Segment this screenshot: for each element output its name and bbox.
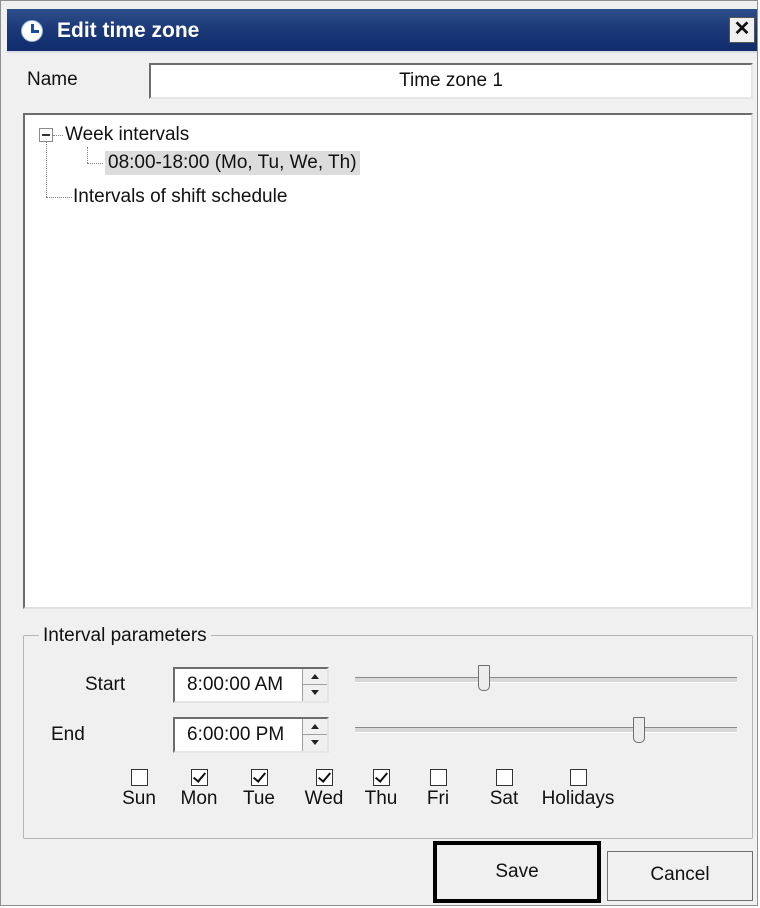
interval-parameters-title: Interval parameters (39, 625, 211, 647)
save-button[interactable]: Save (433, 841, 601, 903)
intervals-tree[interactable]: Week intervals 08:00-18:00 (Mo, Tu, We, … (23, 113, 753, 609)
checkbox-holidays[interactable] (569, 769, 587, 786)
checkbox-mon[interactable] (190, 769, 208, 786)
cancel-button[interactable]: Cancel (607, 851, 753, 901)
checkbox-fri[interactable] (429, 769, 447, 786)
day-fri[interactable]: Fri (413, 769, 463, 810)
day-sun[interactable]: Sun (114, 769, 164, 810)
name-label: Name (27, 69, 78, 90)
end-slider[interactable] (355, 727, 737, 733)
start-time-input[interactable]: 8:00:00 AM (173, 667, 329, 703)
tree-item-interval[interactable]: 08:00-18:00 (Mo, Tu, We, Th) (105, 151, 360, 175)
spin-up-icon[interactable] (303, 669, 327, 685)
start-slider[interactable] (355, 677, 737, 683)
day-tue[interactable]: Tue (234, 769, 284, 810)
end-time-spinner[interactable] (302, 719, 327, 751)
end-label: End (51, 724, 85, 745)
window-title: Edit time zone (57, 19, 200, 42)
spin-up-icon[interactable] (303, 719, 327, 735)
end-time-value: 6:00:00 PM (187, 724, 285, 745)
day-holidays[interactable]: Holidays (531, 769, 625, 810)
start-label: Start (85, 674, 126, 695)
checkbox-wed[interactable] (315, 769, 333, 786)
edit-time-zone-dialog: Edit time zone ✕ Name Time zone 1 Week i… (0, 0, 758, 906)
day-label: Fri (426, 788, 450, 809)
day-sat[interactable]: Sat (479, 769, 529, 810)
start-time-spinner[interactable] (302, 669, 327, 701)
spin-down-icon[interactable] (303, 685, 327, 701)
spin-down-icon[interactable] (303, 735, 327, 751)
day-label: Thu (364, 788, 398, 809)
collapse-icon[interactable] (39, 128, 53, 142)
start-time-value: 8:00:00 AM (187, 674, 284, 695)
checkbox-tue[interactable] (250, 769, 268, 786)
close-button[interactable]: ✕ (729, 17, 755, 43)
day-label: Sun (122, 788, 156, 809)
day-label: Wed (304, 788, 344, 809)
day-mon[interactable]: Mon (174, 769, 224, 810)
end-time-input[interactable]: 6:00:00 PM (173, 717, 329, 753)
start-slider-thumb[interactable] (478, 665, 491, 691)
day-label: Tue (242, 788, 276, 809)
name-input[interactable]: Time zone 1 (149, 63, 753, 99)
day-label: Sat (489, 788, 519, 809)
day-label: Mon (180, 788, 218, 809)
day-thu[interactable]: Thu (356, 769, 406, 810)
checkbox-sun[interactable] (130, 769, 148, 786)
end-slider-thumb[interactable] (632, 717, 645, 743)
day-wed[interactable]: Wed (299, 769, 349, 810)
checkbox-thu[interactable] (372, 769, 390, 786)
tree-item-week-intervals[interactable]: Week intervals (65, 123, 189, 147)
clock-icon (21, 20, 43, 42)
checkbox-sat[interactable] (495, 769, 513, 786)
day-label: Holidays (541, 788, 615, 809)
title-bar[interactable]: Edit time zone ✕ (7, 9, 757, 53)
tree-item-shift-schedule[interactable]: Intervals of shift schedule (73, 185, 287, 209)
